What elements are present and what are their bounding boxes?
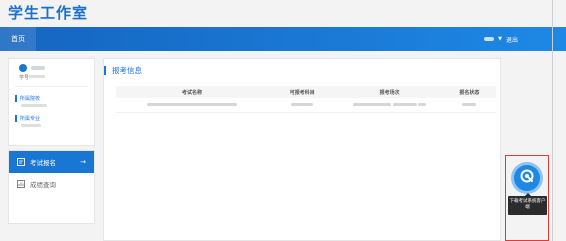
subjects-redacted <box>268 98 337 113</box>
panel-header: 报考信息 <box>104 65 142 76</box>
menu-item-label: 成绩查询 <box>30 181 56 189</box>
user-name-redacted <box>484 37 495 41</box>
app-title: 学生工作室 <box>8 4 89 22</box>
side-menu: 考试报名 → 成绩查询 <box>8 150 95 224</box>
score-icon <box>17 180 25 188</box>
major-label: 所属专业 <box>15 115 40 122</box>
student-no-redacted <box>29 75 45 78</box>
avatar <box>19 64 27 72</box>
title-accent-bar <box>104 66 106 75</box>
sessions-redacted <box>336 98 443 113</box>
status-redacted <box>442 98 496 113</box>
logout-link[interactable]: 退出 <box>506 35 518 44</box>
download-client-widget: 下载考试系统客户端 <box>505 155 549 241</box>
menu-item-exam-registration[interactable]: 考试报名 → <box>9 151 94 173</box>
tab-home[interactable]: 首页 <box>0 27 36 51</box>
student-name-redacted <box>31 66 45 70</box>
top-nav-bar: 首页 ▼ 退出 <box>0 27 566 51</box>
page-edge-divider <box>552 0 553 241</box>
panel-title: 报考信息 <box>112 66 142 75</box>
col-header-subjects: 可报考科目 <box>268 86 337 98</box>
major-value-redacted <box>21 124 41 127</box>
col-header-exam-name: 考试名称 <box>116 86 268 98</box>
college-value-redacted <box>21 104 47 107</box>
download-tooltip: 下载考试系统客户端 <box>508 193 547 215</box>
exam-name-redacted <box>116 98 268 113</box>
student-no-label: 学号 <box>19 75 30 81</box>
user-menu[interactable]: ▼ 退出 <box>484 27 518 51</box>
main-panel: 报考信息 考试名称 可报考科目 报考场次 报名状态 <box>103 58 501 241</box>
arrow-right-icon: → <box>80 158 86 166</box>
app-logo-icon <box>519 168 535 188</box>
col-header-status: 报名状态 <box>442 86 496 98</box>
download-client-button[interactable] <box>514 165 540 191</box>
col-header-sessions: 报考场次 <box>336 86 443 98</box>
form-icon <box>17 158 25 166</box>
registration-table: 考试名称 可报考科目 报考场次 报名状态 <box>116 86 496 113</box>
menu-item-score-query[interactable]: 成绩查询 <box>9 173 94 195</box>
table-row[interactable] <box>116 98 496 113</box>
menu-item-label: 考试报名 <box>30 159 56 167</box>
divider <box>15 86 88 87</box>
profile-card: 学号 所属院校 所属专业 <box>8 58 95 146</box>
chevron-down-icon[interactable]: ▼ <box>498 36 502 42</box>
college-label: 所属院校 <box>15 95 40 102</box>
